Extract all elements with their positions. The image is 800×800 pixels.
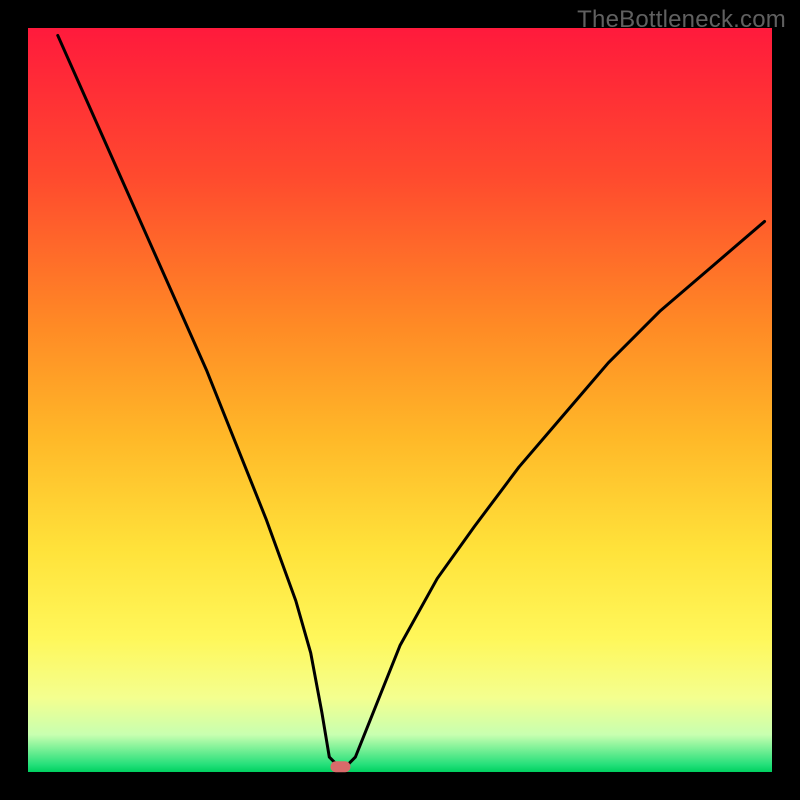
watermark-text: TheBottleneck.com — [577, 6, 786, 34]
chart-frame: TheBottleneck.com — [0, 0, 800, 800]
chart-gradient-bg — [28, 28, 772, 772]
optimal-marker — [330, 761, 350, 772]
bottleneck-chart — [0, 0, 800, 800]
